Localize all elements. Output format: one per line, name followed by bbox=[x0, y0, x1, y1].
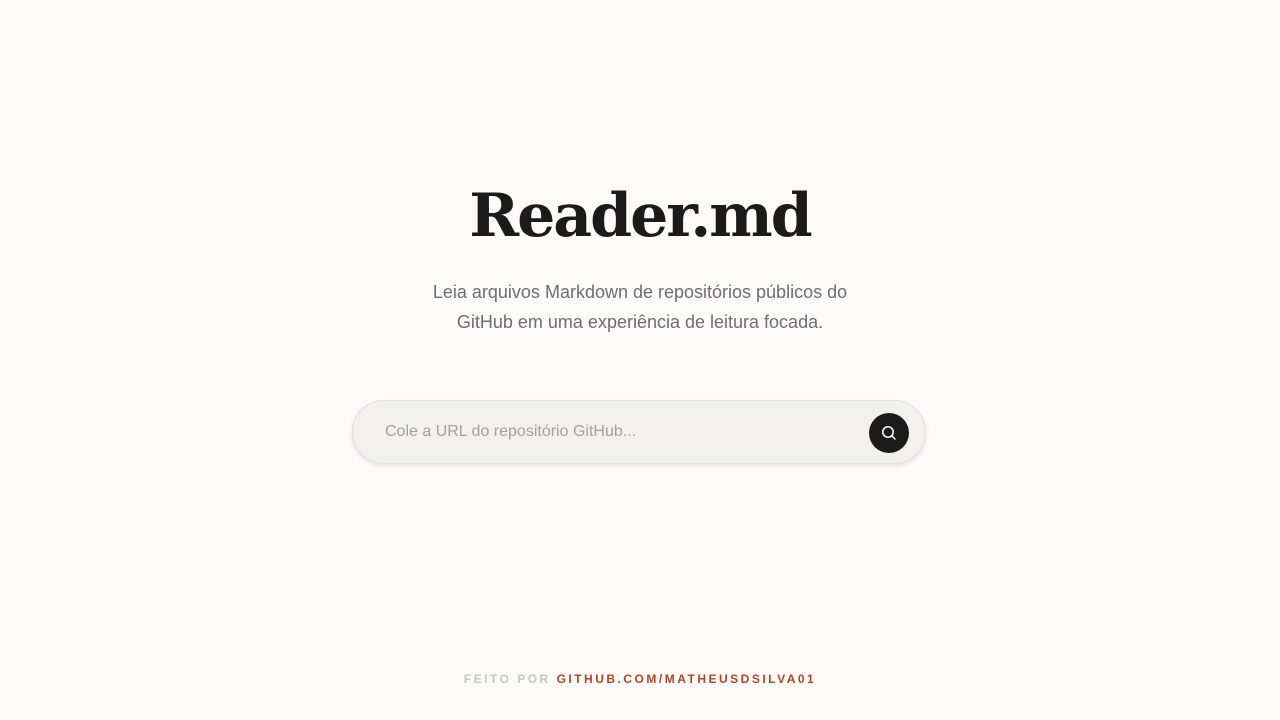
footer: FEITO POR GITHUB.COM/MATHEUSDSILVA01 bbox=[0, 671, 1280, 687]
app-subtitle: Leia arquivos Markdown de repositórios p… bbox=[432, 282, 848, 332]
search-icon bbox=[881, 425, 897, 441]
app-title: Reader.md bbox=[469, 181, 812, 251]
search-button[interactable] bbox=[869, 413, 909, 453]
search-bar bbox=[352, 400, 926, 464]
landing-page: Reader.md Leia arquivos Markdown de repo… bbox=[0, 0, 1280, 720]
author-link[interactable]: GITHUB.COM/MATHEUSDSILVA01 bbox=[557, 672, 817, 686]
footer-label: FEITO POR bbox=[463, 672, 551, 686]
repo-url-input[interactable] bbox=[385, 401, 855, 463]
